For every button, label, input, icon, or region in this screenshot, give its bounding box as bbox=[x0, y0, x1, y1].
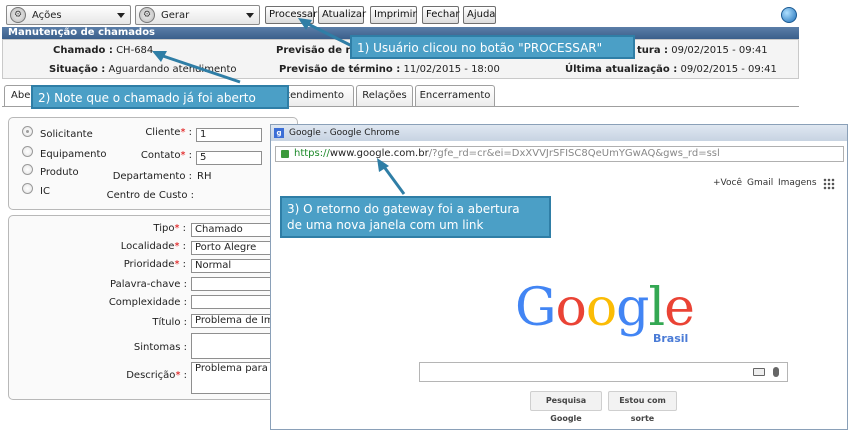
logo-letter-e: e bbox=[664, 278, 695, 338]
google-search-button[interactable]: Pesquisa Google bbox=[530, 391, 602, 423]
cliente-label: Cliente* : bbox=[145, 127, 192, 138]
processar-button[interactable]: Processar bbox=[265, 6, 317, 24]
prioridade-label: Prioridade* : bbox=[123, 259, 186, 270]
previsao-termino-info: Previsão de término : 11/02/2015 - 18:00 bbox=[279, 64, 500, 75]
chevron-down-icon bbox=[246, 12, 254, 18]
fechar-button[interactable]: Fechar bbox=[422, 6, 459, 24]
tab-encerramento[interactable]: Encerramento bbox=[415, 85, 495, 106]
radio-produto[interactable] bbox=[22, 164, 33, 175]
complexidade-select[interactable] bbox=[191, 295, 271, 309]
abertura-value: 09/02/2015 - 09:41 bbox=[671, 45, 768, 56]
chevron-down-icon bbox=[117, 12, 125, 18]
radio-solicitante[interactable] bbox=[22, 126, 33, 137]
google-favicon-icon: g bbox=[274, 128, 284, 138]
url-scheme: https:// bbox=[294, 148, 330, 159]
situacao-label: Situação : bbox=[49, 64, 106, 75]
radio-ic[interactable] bbox=[22, 183, 33, 194]
gerar-label: Gerar bbox=[161, 9, 190, 21]
abertura-label: tura : bbox=[637, 45, 669, 56]
globe-icon[interactable] bbox=[781, 7, 797, 23]
localidade-label: Localidade* : bbox=[120, 241, 186, 252]
chamado-label: Chamado : bbox=[53, 45, 113, 56]
tab-relacoes[interactable]: Relações bbox=[356, 85, 413, 106]
link-gmail[interactable]: Gmail bbox=[747, 178, 773, 188]
annotation-2: 2) Note que o chamado já foi aberto bbox=[31, 85, 289, 109]
logo-letter-g2: g bbox=[616, 278, 649, 338]
radio-equipamento-label: Equipamento bbox=[40, 149, 107, 160]
tab-abertura[interactable]: Abe bbox=[4, 85, 34, 106]
palavra-chave-label: Palavra-chave : bbox=[110, 279, 187, 290]
sintomas-textarea[interactable] bbox=[191, 333, 271, 359]
contato-label: Contato* : bbox=[140, 150, 192, 161]
url-rest: /?gfe_rd=cr&ei=DxXVVJrSFISC8QeUmYGwAQ&gw… bbox=[428, 148, 720, 159]
cliente-input[interactable]: 1 bbox=[196, 128, 262, 142]
logo-letter-g: G bbox=[515, 278, 557, 338]
previsao-re-label: Previsão de re bbox=[276, 45, 358, 56]
apps-grid-icon[interactable] bbox=[823, 178, 835, 190]
logo-subtitle: Brasil bbox=[653, 332, 689, 345]
situacao-info: Situação : Aguardando atendimento bbox=[49, 64, 236, 75]
centro-custo-label: Centro de Custo : bbox=[106, 190, 194, 201]
annotation-3-line1: 3) O retorno do gateway foi a abertura bbox=[287, 202, 520, 216]
radio-solicitante-label: Solicitante bbox=[40, 129, 93, 140]
google-search-input[interactable] bbox=[419, 362, 788, 382]
situacao-value: Aguardando atendimento bbox=[108, 64, 237, 75]
descricao-textarea[interactable]: Problema para im bbox=[191, 362, 271, 394]
annotation-1: 1) Usuário clicou no botão "PROCESSAR" bbox=[350, 35, 635, 59]
logo-letter-l: l bbox=[648, 278, 665, 338]
radio-equipamento[interactable] bbox=[22, 146, 33, 157]
abertura-info: tura : 09/02/2015 - 09:41 bbox=[637, 45, 768, 56]
link-voce[interactable]: +Você bbox=[713, 178, 742, 188]
google-logo: Google bbox=[515, 278, 695, 338]
previsao-re-info: Previsão de re bbox=[276, 45, 357, 56]
departamento-value: RH bbox=[197, 171, 212, 182]
logo-letter-o2: o bbox=[585, 278, 617, 338]
address-bar[interactable]: https://www.google.com.br/?gfe_rd=cr&ei=… bbox=[275, 146, 844, 162]
departamento-label: Departamento : bbox=[112, 171, 192, 182]
annotation-3: 3) O retorno do gateway foi a abertura d… bbox=[280, 196, 551, 238]
acoes-label: Ações bbox=[32, 9, 62, 21]
microphone-icon[interactable] bbox=[773, 367, 779, 377]
chrome-window[interactable]: Google - Google Chrome g https://www.goo… bbox=[270, 124, 848, 430]
palavra-chave-input[interactable] bbox=[191, 277, 271, 291]
prioridade-select[interactable]: Normal bbox=[191, 259, 271, 273]
toolbar: ⚙ Ações ⚙ Gerar Processar Atualizar Impr… bbox=[0, 0, 848, 28]
radio-produto-label: Produto bbox=[40, 167, 79, 178]
gear-icon: ⚙ bbox=[10, 7, 26, 23]
localidade-select[interactable]: Porto Alegre bbox=[191, 241, 271, 255]
previsao-termino-value: 11/02/2015 - 18:00 bbox=[403, 64, 500, 75]
chrome-title-bar[interactable]: Google - Google Chrome bbox=[271, 125, 847, 141]
contato-input[interactable]: 5 bbox=[196, 151, 262, 165]
ultima-atualizacao-info: Última atualização : 09/02/2015 - 09:41 bbox=[565, 64, 777, 75]
descricao-label: Descrição* : bbox=[126, 370, 187, 381]
ultima-label: Última atualização : bbox=[565, 64, 678, 75]
gerar-dropdown[interactable]: ⚙ Gerar bbox=[135, 5, 260, 25]
ajuda-button[interactable]: Ajuda bbox=[463, 6, 496, 24]
acoes-dropdown[interactable]: ⚙ Ações bbox=[6, 5, 131, 25]
annotation-3-line2: de uma nova janela com um link bbox=[287, 218, 484, 232]
complexidade-label: Complexidade : bbox=[108, 297, 187, 308]
chamado-info: Chamado : CH-684 bbox=[53, 45, 153, 56]
atualizar-button[interactable]: Atualizar bbox=[318, 6, 366, 24]
link-imagens[interactable]: Imagens bbox=[778, 178, 817, 188]
ultima-value: 09/02/2015 - 09:41 bbox=[680, 64, 777, 75]
lock-icon bbox=[281, 150, 289, 158]
titulo-label: Título : bbox=[152, 317, 187, 328]
radio-ic-label: IC bbox=[40, 186, 50, 197]
keyboard-icon[interactable] bbox=[753, 368, 765, 376]
imprimir-button[interactable]: Imprimir bbox=[370, 6, 417, 24]
url-host: www.google.com.br bbox=[329, 148, 429, 159]
gear-icon: ⚙ bbox=[139, 7, 155, 23]
logo-letter-o1: o bbox=[555, 278, 587, 338]
lucky-button[interactable]: Estou com sorte bbox=[608, 391, 677, 423]
tipo-label: Tipo* : bbox=[153, 223, 186, 234]
sintomas-label: Sintomas : bbox=[133, 342, 187, 353]
tipo-select[interactable]: Chamado bbox=[191, 223, 271, 237]
chamado-value: CH-684 bbox=[116, 45, 154, 56]
previsao-termino-label: Previsão de término : bbox=[279, 64, 401, 75]
titulo-input[interactable]: Problema de Imp bbox=[191, 314, 271, 328]
